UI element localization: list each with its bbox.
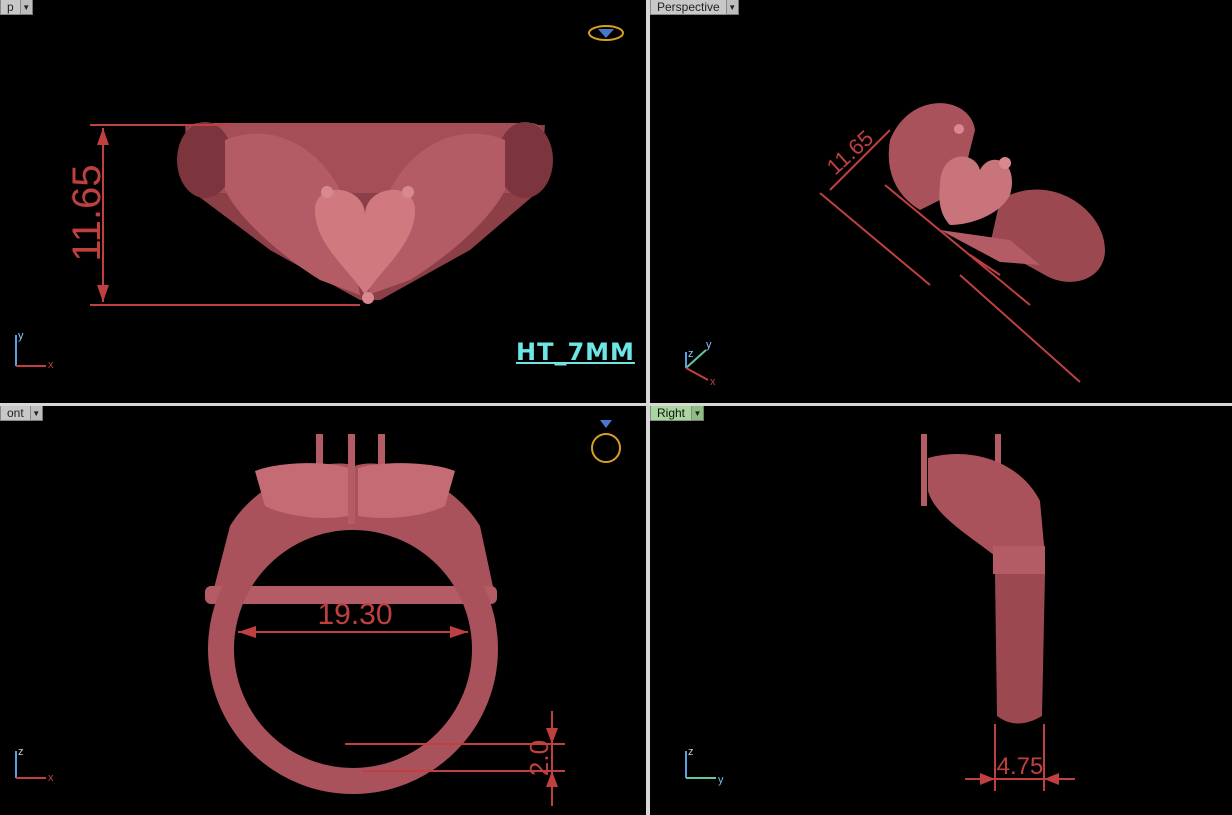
svg-text:x: x (48, 359, 54, 371)
dimension-label-top-height: 11.65 (65, 164, 109, 261)
viewport-front[interactable]: ont ▼ 19.30 2.0 z x (0, 406, 646, 815)
viewport-top[interactable]: p ▼ 11.65 y x HT_7MM (0, 0, 646, 403)
viewport-right[interactable]: Right ▼ 4.75 z y (650, 406, 1232, 815)
svg-text:x: x (710, 376, 716, 388)
svg-text:z: z (688, 746, 694, 758)
ring-icon[interactable] (591, 420, 621, 463)
model-name-label: HT_7MM (516, 338, 635, 366)
right-view-canvas: 4.75 z y (685, 434, 1075, 791)
ring-top-view (177, 122, 553, 304)
axis-indicator: z y x (685, 339, 716, 388)
svg-text:z: z (18, 746, 24, 758)
dimension-label-front-diameter: 19.30 (317, 598, 392, 631)
viewport-perspective[interactable]: Perspective ▼ 11.65 z y x (650, 0, 1232, 403)
svg-text:y: y (706, 339, 712, 351)
dimension-label-right-width: 4.75 (997, 753, 1044, 780)
svg-text:y: y (18, 330, 24, 342)
axis-indicator: z x (15, 746, 54, 784)
axis-indicator: y x (15, 330, 54, 371)
dimension-label-perspective-height: 11.65 (822, 125, 878, 179)
dimension-label-front-thickness: 2.0 (524, 740, 554, 776)
ring-right-view (921, 434, 1045, 724)
svg-text:y: y (718, 774, 724, 786)
svg-text:z: z (688, 348, 694, 360)
perspective-view-canvas: 11.65 z y x (685, 103, 1105, 388)
ring-gem-icon[interactable] (588, 25, 624, 41)
ring-perspective-view (888, 103, 1105, 282)
axis-indicator: z y (685, 746, 724, 786)
front-view-canvas: 19.30 2.0 z x (15, 420, 621, 806)
svg-text:x: x (48, 772, 54, 784)
